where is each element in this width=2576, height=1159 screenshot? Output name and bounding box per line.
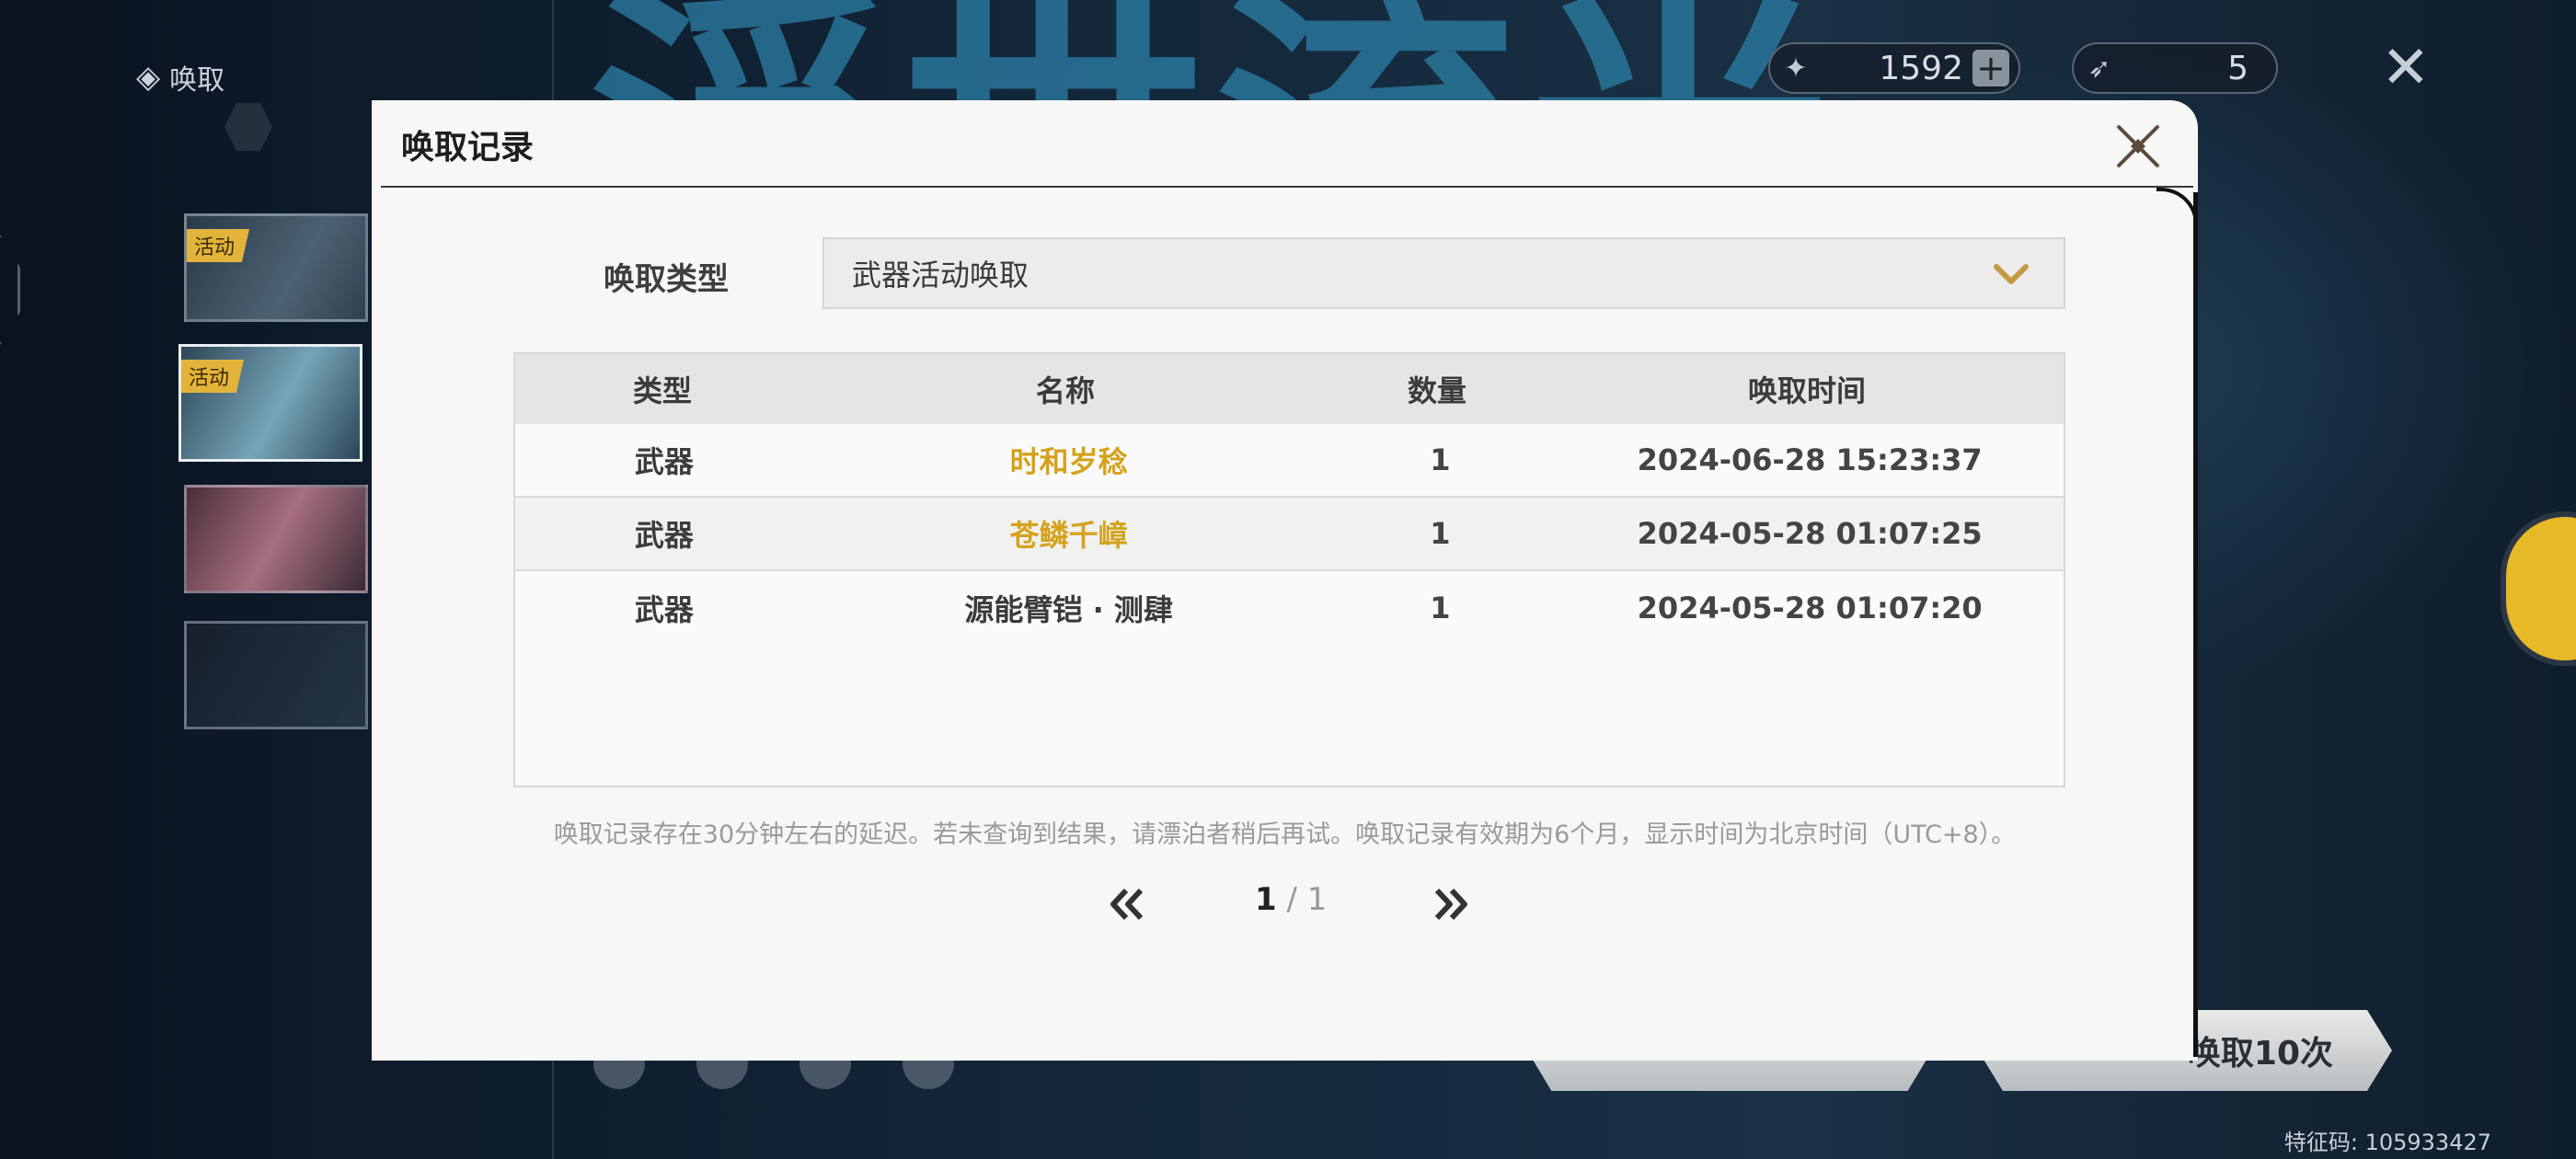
convene-type-value: 武器活动唤取: [852, 258, 1029, 293]
filter-label: 唤取类型: [604, 261, 729, 298]
gacha-nav-label: 唤取: [169, 64, 225, 97]
event-badge: 活动: [187, 229, 250, 262]
double-chevron-left-icon: [1110, 888, 1144, 921]
cell-time: 2024-05-28 01:07:20: [1637, 591, 1983, 625]
pagination: 1 / 1: [372, 876, 2198, 931]
cell-time: 2024-06-28 15:23:37: [1637, 442, 1983, 477]
double-chevron-right-icon: [1434, 888, 1467, 921]
next-page-button[interactable]: [1428, 881, 1474, 927]
cell-qty: 1: [1430, 442, 1451, 477]
cell-name: 苍鳞千嶂: [1009, 518, 1128, 553]
convene-type-select[interactable]: 武器活动唤取: [822, 237, 2065, 309]
total-pages: / 1: [1286, 881, 1328, 918]
currency-primary-value: 1592: [1879, 49, 1963, 87]
dialog-corner: [2156, 188, 2198, 229]
prev-page-button[interactable]: [1104, 881, 1150, 927]
chevron-down-icon: [1994, 264, 2029, 284]
table-row: 武器 源能臂铠 · 测肆 1 2024-05-28 01:07:20: [515, 571, 2064, 645]
cell-qty: 1: [1430, 591, 1451, 625]
add-currency-button[interactable]: +: [1972, 50, 2009, 86]
dialog-header: 唤取记录: [372, 100, 2198, 188]
banner-item-selected[interactable]: 活动: [178, 344, 362, 462]
table-row: 武器 时和岁稔 1 2024-06-28 15:23:37: [515, 424, 2064, 498]
column-header-time: 唤取时间: [1747, 373, 1866, 408]
close-button[interactable]: [2101, 109, 2175, 183]
cell-type: 武器: [634, 518, 694, 553]
column-header-qty: 数量: [1407, 373, 1466, 408]
banner-item[interactable]: [184, 621, 368, 729]
history-table: 类型 名称 数量 唤取时间 武器 时和岁稔 1 2024-06-28 15:23…: [513, 352, 2065, 787]
convene-history-dialog: 唤取记录 唤取类型 武器活动唤取 类型 名称 数量 唤取时间 武器 时和岁稔 1: [372, 100, 2198, 1061]
currency-primary: ✦ 1592 +: [1768, 42, 2020, 94]
event-badge: 活动: [181, 360, 245, 393]
cell-name: 源能臂铠 · 测肆: [964, 592, 1173, 627]
banner-item[interactable]: 活动: [184, 213, 368, 322]
table-row: 武器 苍鳞千嶂 1 2024-05-28 01:07:25: [515, 498, 2064, 571]
currency-secondary-value: 5: [2227, 49, 2248, 87]
column-header-name: 名称: [1035, 373, 1095, 408]
cell-qty: 1: [1430, 516, 1451, 551]
tide-icon: ➶: [2087, 52, 2111, 85]
header-divider: [381, 186, 2193, 188]
close-icon: [2116, 124, 2160, 168]
cell-name: 时和岁稔: [1009, 444, 1128, 479]
currency-secondary: ➶ 5: [2072, 42, 2278, 94]
top-close-icon[interactable]: ✕: [2381, 39, 2431, 98]
gacha-nav: ◈ 唤取: [136, 57, 224, 98]
table-header: 类型 名称 数量 唤取时间: [515, 354, 2064, 424]
astrite-icon: ✦: [1784, 52, 1808, 85]
cell-type: 武器: [634, 444, 694, 479]
page-indicator: 1 / 1: [1255, 881, 1327, 918]
banner-item[interactable]: [184, 485, 368, 593]
gacha-diamond-icon: ◈: [136, 59, 161, 96]
feature-code: 特征码: 105933427: [2283, 1130, 2491, 1155]
cell-time: 2024-05-28 01:07:25: [1637, 516, 1983, 551]
history-note: 唤取记录存在30分钟左右的延迟。若未查询到结果，请漂泊者稍后再试。唤取记录有效期…: [553, 820, 2017, 849]
current-page: 1: [1255, 881, 1277, 918]
cell-type: 武器: [634, 592, 694, 627]
column-header-type: 类型: [632, 373, 692, 408]
pull-ten-label: 唤取10次: [2187, 1035, 2333, 1073]
dialog-title: 唤取记录: [401, 129, 535, 166]
